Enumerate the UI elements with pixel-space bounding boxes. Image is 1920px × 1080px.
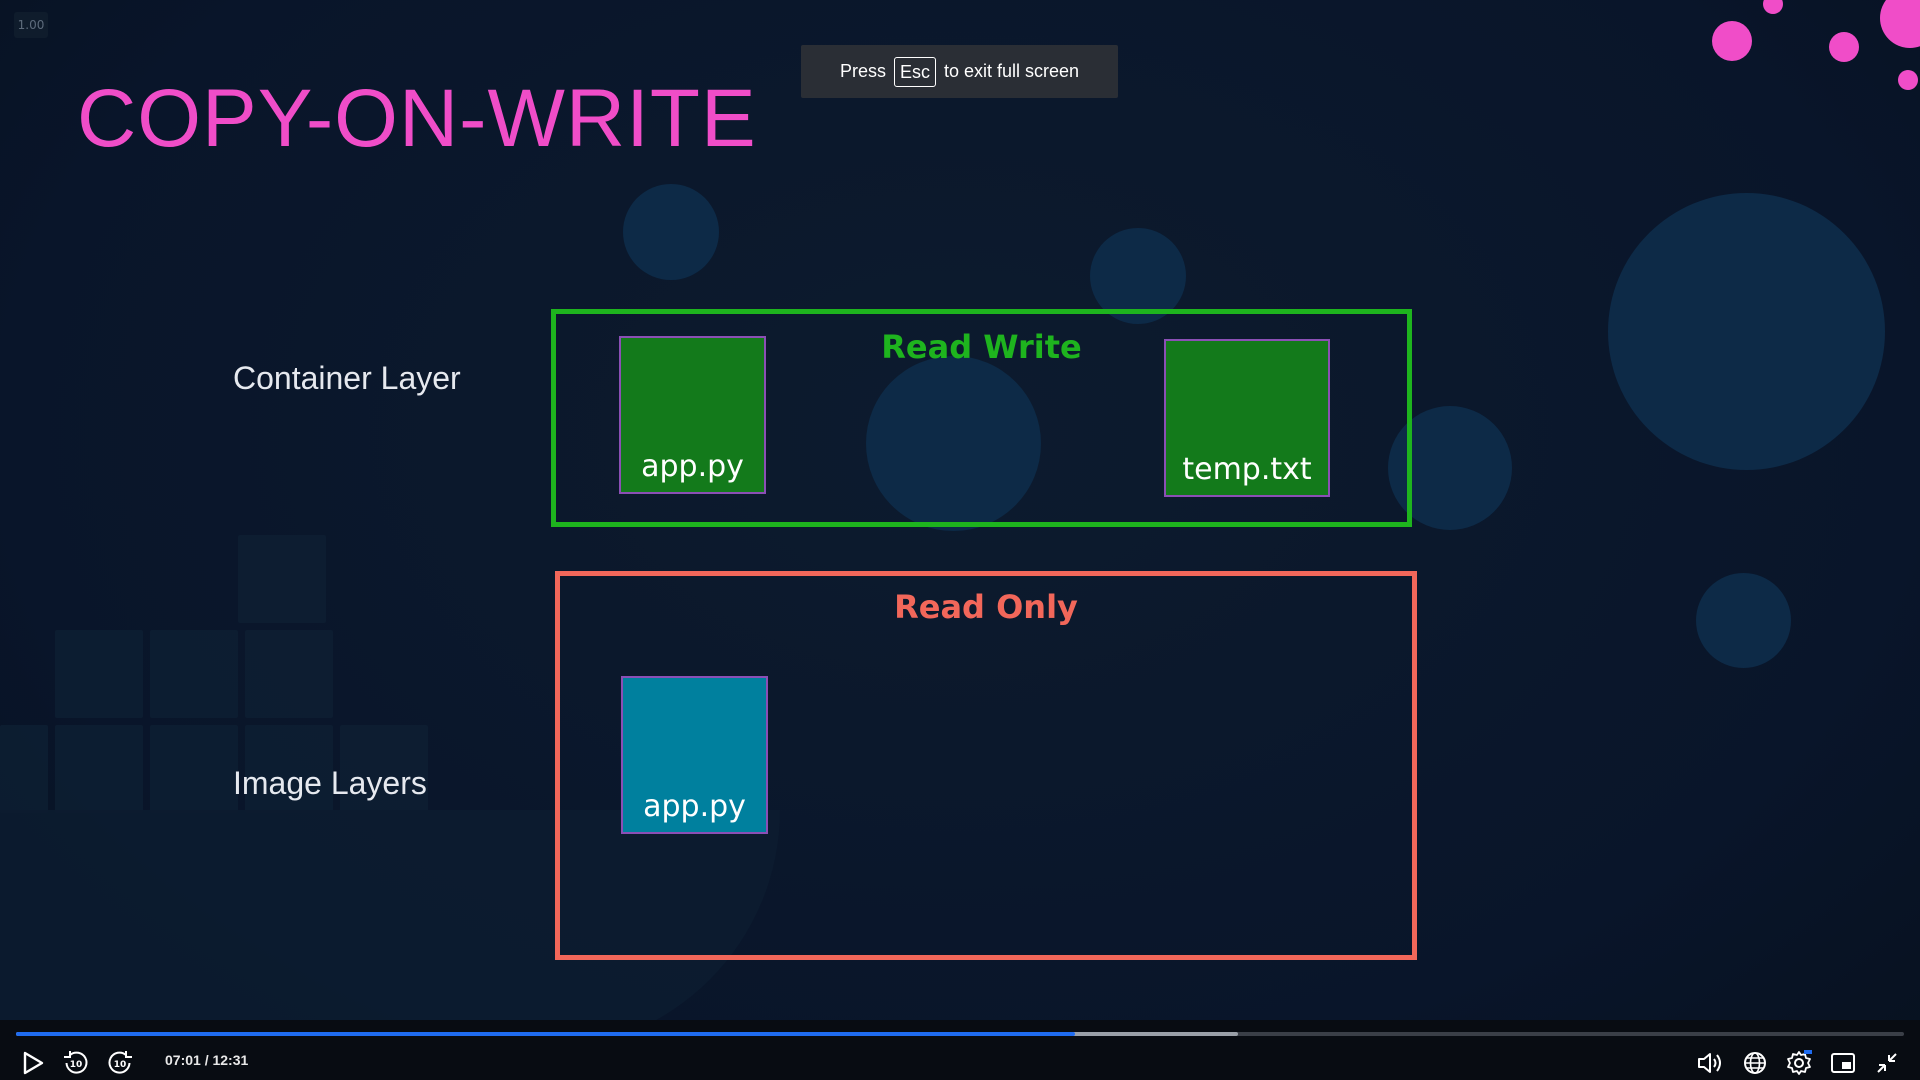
forward-10-icon: 10 xyxy=(106,1049,134,1080)
decor-bubble xyxy=(1608,193,1885,470)
slide-title: COPY-ON-WRITE xyxy=(77,73,757,164)
decor-container xyxy=(55,725,143,813)
fullscreen-toast: Press Esc to exit full screen xyxy=(801,45,1118,98)
decor-pink-dot xyxy=(1898,70,1918,90)
player-controls-bar xyxy=(0,1020,1920,1080)
volume-button[interactable] xyxy=(1694,1048,1728,1080)
decor-container xyxy=(245,630,333,718)
decor-bubble xyxy=(623,184,719,280)
pip-icon xyxy=(1830,1052,1856,1078)
rewind-10-icon: 10 xyxy=(62,1049,90,1080)
volume-icon xyxy=(1696,1051,1726,1079)
file-app-py-image: app.py xyxy=(621,676,768,834)
svg-text:10: 10 xyxy=(114,1060,127,1070)
forward-10-button[interactable]: 10 xyxy=(103,1048,137,1080)
decor-container xyxy=(55,630,143,718)
globe-icon xyxy=(1743,1051,1767,1079)
language-button[interactable] xyxy=(1738,1048,1772,1080)
read-only-layer-box: Read Only app.py xyxy=(555,571,1417,960)
decor-container xyxy=(150,630,238,718)
play-icon xyxy=(22,1051,44,1079)
image-layers-label: Image Layers xyxy=(233,765,427,801)
decor-pink-dot xyxy=(1880,0,1920,48)
exit-fullscreen-button[interactable] xyxy=(1870,1048,1904,1080)
decor-container xyxy=(0,725,48,813)
decor-container xyxy=(150,725,238,813)
decor-pink-dot xyxy=(1712,21,1752,61)
picture-in-picture-button[interactable] xyxy=(1826,1048,1860,1080)
esc-key-hint: Esc xyxy=(893,56,936,87)
container-layer-label: Container Layer xyxy=(233,360,461,396)
settings-icon xyxy=(1786,1050,1812,1080)
read-write-layer-box: Read Write app.py temp.txt xyxy=(551,309,1412,527)
rewind-10-button[interactable]: 10 xyxy=(59,1048,93,1080)
progress-played xyxy=(16,1032,1076,1036)
settings-button[interactable] xyxy=(1782,1048,1816,1080)
decor-pink-dot xyxy=(1763,0,1783,14)
playback-speed-badge: 1.00 xyxy=(14,12,48,38)
file-temp-txt: temp.txt xyxy=(1164,339,1330,497)
decor-pink-dot xyxy=(1829,32,1859,62)
decor-bubble xyxy=(1696,573,1791,668)
time-display: 07:01 / 12:31 xyxy=(165,1052,249,1068)
decor-container xyxy=(238,535,326,623)
toast-prefix: Press xyxy=(839,61,886,81)
video-frame[interactable]: 1.00 Press Esc to exit full screen COPY-… xyxy=(0,0,1920,1080)
read-only-title: Read Only xyxy=(894,588,1078,626)
file-app-py-container: app.py xyxy=(619,336,766,494)
progress-bar[interactable] xyxy=(16,1032,1904,1036)
toast-suffix: to exit full screen xyxy=(943,61,1080,81)
exit-fullscreen-icon xyxy=(1875,1051,1899,1079)
play-button[interactable] xyxy=(16,1048,50,1080)
svg-text:10: 10 xyxy=(70,1060,83,1070)
